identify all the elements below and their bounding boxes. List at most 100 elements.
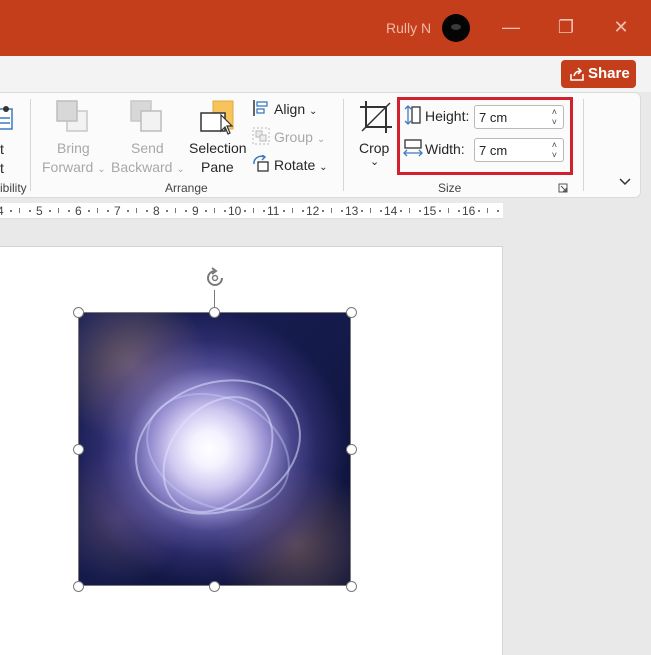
ruler-dot xyxy=(419,210,421,212)
ruler-dot xyxy=(458,210,460,212)
ruler-tick xyxy=(97,208,98,213)
close-button[interactable]: ✕ xyxy=(606,12,636,42)
ruler-dot xyxy=(380,210,382,212)
selection-pane-icon xyxy=(200,100,234,135)
arrange-group-label: Arrange xyxy=(165,181,208,195)
ruler-dot xyxy=(107,210,109,212)
ruler-dot xyxy=(244,210,246,212)
horizontal-ruler: 4 5 6 7 8 9 10 11 12 13 14 15 16 xyxy=(0,203,503,219)
ruler-dot xyxy=(341,210,343,212)
chevron-down-icon: ⌄ xyxy=(176,164,185,175)
bring-forward-icon xyxy=(56,100,88,132)
share-button[interactable]: Share xyxy=(561,60,636,88)
resize-handle-left[interactable] xyxy=(73,444,84,455)
ruler-dot xyxy=(68,210,70,212)
ruler-number: 12 xyxy=(306,204,320,218)
title-bar: Rully N — ❐ ✕ xyxy=(0,0,651,56)
rotate-button[interactable]: Rotate ⌄ xyxy=(274,157,328,173)
ruler-dot xyxy=(29,210,31,212)
ruler-tick xyxy=(253,208,254,213)
chevron-down-icon: ⌄ xyxy=(97,164,106,175)
ruler-tick xyxy=(292,208,293,213)
chevron-down-icon[interactable]: ⌄ xyxy=(370,155,379,168)
size-group-label: Size xyxy=(438,181,462,195)
ruler-tick xyxy=(19,208,20,213)
group-button[interactable]: Group ⌄ xyxy=(274,129,325,145)
visibility-line2[interactable]: t xyxy=(0,160,4,176)
ruler-tick xyxy=(448,208,449,213)
avatar[interactable] xyxy=(442,14,470,42)
resize-handle-top[interactable] xyxy=(209,307,220,318)
visibility-group-label: ibility xyxy=(0,181,27,195)
selection-pane-line2[interactable]: Pane xyxy=(201,159,234,175)
ruler-number: 10 xyxy=(228,204,242,218)
send-backward-line1[interactable]: Send xyxy=(131,140,164,156)
ruler-dot xyxy=(302,210,304,212)
collapse-ribbon-icon[interactable] xyxy=(618,177,632,187)
ruler-dot xyxy=(224,210,226,212)
selection-pane-line1[interactable]: Selection xyxy=(189,140,247,156)
align-icon xyxy=(253,100,268,116)
ruler-dot xyxy=(205,210,207,212)
size-dialog-launcher-icon[interactable] xyxy=(558,183,568,193)
rotate-handle-icon[interactable] xyxy=(203,266,227,290)
chevron-down-icon: ⌄ xyxy=(309,106,318,117)
resize-handle-top-right[interactable] xyxy=(346,307,357,318)
selection-frame xyxy=(78,312,351,586)
ruler-dot xyxy=(361,210,363,212)
bring-forward-line1[interactable]: Bring xyxy=(57,140,90,156)
ruler-number: 6 xyxy=(75,204,82,218)
ruler-dot xyxy=(166,210,168,212)
ruler-tick xyxy=(487,208,488,213)
resize-handle-bottom-right[interactable] xyxy=(346,581,357,592)
send-backward-button[interactable]: Backward ⌄ xyxy=(111,159,185,175)
ribbon-divider xyxy=(583,99,584,191)
minimize-button[interactable]: — xyxy=(496,12,526,42)
ruler-tick xyxy=(370,208,371,213)
ruler-dot xyxy=(439,210,441,212)
selection-visibility-icon xyxy=(0,106,13,130)
visibility-line1[interactable]: t xyxy=(0,141,4,157)
align-label: Align xyxy=(274,101,306,117)
crop-button[interactable]: Crop xyxy=(359,140,389,156)
ruler-number: 5 xyxy=(36,204,43,218)
ruler-dot xyxy=(497,210,499,212)
ruler-dot xyxy=(263,210,265,212)
ruler-dot xyxy=(49,210,51,212)
ruler-number: 7 xyxy=(114,204,121,218)
ruler-tick xyxy=(58,208,59,213)
group-icon xyxy=(252,127,270,145)
group-label: Group xyxy=(274,129,313,145)
ruler-dot xyxy=(400,210,402,212)
restore-button[interactable]: ❐ xyxy=(551,12,581,42)
ruler-tick xyxy=(214,208,215,213)
ruler-tick xyxy=(175,208,176,213)
ruler-number: 8 xyxy=(153,204,160,218)
rotate-icon xyxy=(253,155,269,172)
resize-handle-bottom-left[interactable] xyxy=(73,581,84,592)
ruler-dot xyxy=(478,210,480,212)
share-row: Share xyxy=(0,56,651,92)
ruler-number: 14 xyxy=(384,204,398,218)
ruler-dot xyxy=(127,210,129,212)
resize-handle-right[interactable] xyxy=(346,444,357,455)
ruler-number: 4 xyxy=(0,204,4,218)
send-backward-line2: Backward xyxy=(111,159,173,175)
align-button[interactable]: Align ⌄ xyxy=(274,101,317,117)
ruler-dot xyxy=(185,210,187,212)
user-name[interactable]: Rully N xyxy=(386,20,431,36)
resize-handle-bottom[interactable] xyxy=(209,581,220,592)
ruler-dot xyxy=(88,210,90,212)
ruler-tick xyxy=(409,208,410,213)
ribbon-divider xyxy=(30,99,31,191)
chevron-down-icon: ⌄ xyxy=(316,134,326,145)
ruler-tick xyxy=(136,208,137,213)
ruler-dot xyxy=(146,210,148,212)
bring-forward-button[interactable]: Forward ⌄ xyxy=(42,159,106,175)
ruler-number: 15 xyxy=(423,204,437,218)
resize-handle-top-left[interactable] xyxy=(73,307,84,318)
ribbon-divider xyxy=(343,99,344,191)
bring-forward-line2: Forward xyxy=(42,159,94,175)
ruler-number: 9 xyxy=(192,204,199,218)
share-icon xyxy=(570,67,584,81)
